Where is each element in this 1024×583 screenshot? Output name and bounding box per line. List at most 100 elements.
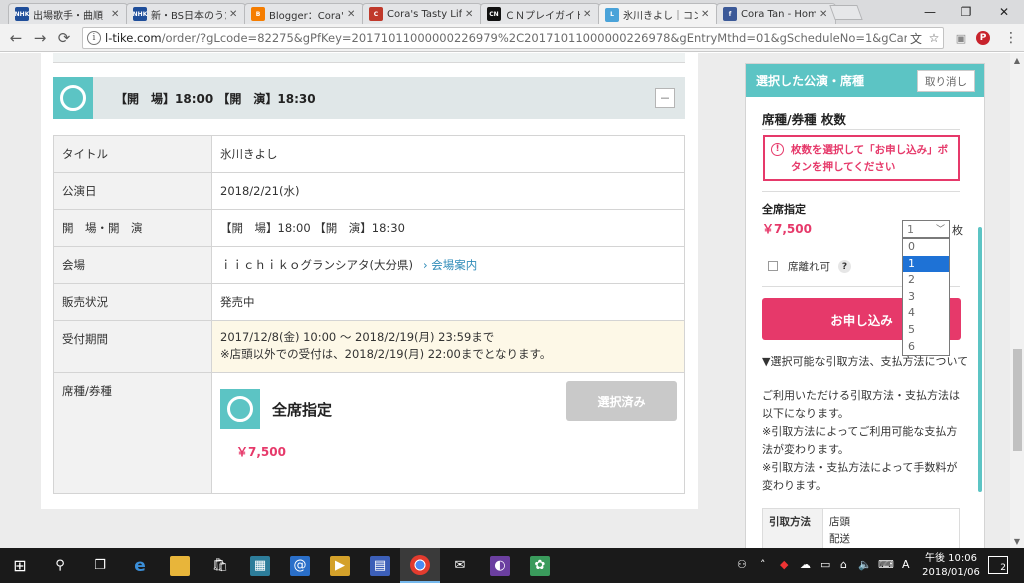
extension-icon[interactable]: ▣ bbox=[952, 29, 970, 47]
seat-price: ￥7,500 bbox=[762, 222, 812, 236]
mail-envelope-icon[interactable]: ✉ bbox=[440, 548, 480, 583]
page-scrollbar[interactable]: ▲ ▼ bbox=[1010, 53, 1024, 548]
blogger-icon: B bbox=[251, 7, 265, 21]
back-icon[interactable]: ← bbox=[6, 28, 26, 48]
quantity-option[interactable]: 0 bbox=[903, 239, 949, 256]
table-row: 引取方法 店頭 配送 bbox=[762, 508, 960, 548]
notification-icon[interactable]: 2 bbox=[988, 556, 1008, 574]
url-field[interactable]: i l-tike.com/order/?gLcode=82275&gPfKey=… bbox=[82, 27, 944, 49]
chevron-right-icon: › bbox=[422, 258, 432, 272]
quantity-option[interactable]: 5 bbox=[903, 322, 949, 339]
pinterest-icon[interactable]: P bbox=[976, 31, 990, 45]
menu-icon[interactable]: ⋮ bbox=[1002, 29, 1020, 47]
browser-tab[interactable]: NHK 新・BS日本のうた ✕ bbox=[126, 3, 246, 24]
people-icon[interactable]: ⚇ bbox=[737, 558, 747, 571]
table-row: 席種/券種 全席指定 選択済み ￥7,500 bbox=[53, 372, 685, 494]
separate-seats-checkbox[interactable] bbox=[768, 261, 778, 271]
browser-tab-active[interactable]: L 氷川きよし｜コンサ ✕ bbox=[598, 3, 718, 25]
close-icon[interactable]: ✕ bbox=[583, 9, 593, 20]
store-icon[interactable]: 🛍 bbox=[200, 548, 240, 583]
close-window-button[interactable]: ✕ bbox=[986, 2, 1022, 22]
close-icon[interactable]: ✕ bbox=[465, 9, 475, 20]
mail-icon[interactable]: @ bbox=[280, 548, 320, 583]
clock[interactable]: 午後 10:06 2018/01/06 bbox=[921, 552, 981, 580]
help-icon[interactable]: ? bbox=[838, 260, 851, 273]
antivirus-icon[interactable]: ◆ bbox=[780, 558, 788, 571]
performance-info-table: タイトル 氷川きよし 公演日 2018/2/21(水) 開 場・開 演 【開 場… bbox=[53, 135, 685, 494]
chevron-up-icon[interactable]: ˄ bbox=[760, 558, 766, 571]
exclamation-icon: ! bbox=[771, 143, 784, 156]
seat-type-label: 全席指定 bbox=[762, 203, 806, 216]
calendar-icon[interactable]: ▤ bbox=[360, 548, 400, 583]
collapse-button[interactable]: － bbox=[655, 88, 675, 108]
quantity-option-selected[interactable]: 1 bbox=[903, 255, 949, 273]
calculator-icon[interactable]: ▦ bbox=[240, 548, 280, 583]
nhk-icon: NHK bbox=[15, 7, 29, 21]
keyboard-icon[interactable]: ⌨ bbox=[878, 558, 894, 571]
quantity-select[interactable]: 1 ﹀ bbox=[902, 220, 950, 238]
selection-panel-body[interactable]: 席種/券種 枚数 ! 枚数を選択して「お申し込み」ボ タンを押してください 全席… bbox=[746, 97, 984, 548]
file-explorer-icon[interactable] bbox=[160, 548, 200, 583]
cancel-button[interactable]: 取り消し bbox=[917, 70, 975, 92]
browser-tab[interactable]: C Cora's Tasty Life ✕ bbox=[362, 3, 482, 24]
row-label: 販売状況 bbox=[53, 283, 212, 321]
ltike-icon: L bbox=[605, 7, 619, 22]
new-tab-button[interactable] bbox=[829, 5, 863, 20]
close-icon[interactable]: ✕ bbox=[701, 9, 711, 20]
media-icon[interactable]: ▶ bbox=[320, 548, 360, 583]
translate-icon[interactable]: 文 bbox=[907, 29, 925, 47]
info-icon[interactable]: i bbox=[87, 31, 101, 45]
edge-icon[interactable]: e bbox=[120, 548, 160, 583]
sales-status-value: 発売中 bbox=[211, 283, 685, 321]
venue-guide-link[interactable]: › 会場案内 bbox=[423, 258, 477, 272]
venue-cell: ｉｉｃｈｉｋｏグランシアタ(大分県) › 会場案内 bbox=[211, 246, 685, 284]
tab-label: ＣＮプレイガイド bbox=[505, 10, 580, 22]
task-view-icon[interactable]: ❐ bbox=[80, 548, 120, 583]
close-icon[interactable]: ✕ bbox=[819, 9, 829, 20]
browser-tab[interactable]: B Blogger：Cora's ✕ bbox=[244, 3, 364, 24]
reload-icon[interactable]: ⟳ bbox=[54, 28, 74, 48]
quantity-option[interactable]: 6 bbox=[903, 339, 949, 356]
quantity-option[interactable]: 4 bbox=[903, 305, 949, 322]
close-icon[interactable]: ✕ bbox=[111, 9, 121, 20]
reception-note: ※店頭以外での受付は、2018/2/19(月) 22:00までとなります。 bbox=[220, 347, 552, 361]
browser-tab-strip: NHK 出場歌手・曲順 ✕ NHK 新・BS日本のうた ✕ B Blogger：… bbox=[0, 0, 1024, 25]
browser-tab[interactable]: NHK 出場歌手・曲順 ✕ bbox=[8, 3, 128, 24]
scroll-down-icon[interactable]: ▼ bbox=[1010, 534, 1024, 548]
app-icon[interactable]: ◐ bbox=[480, 548, 520, 583]
chrome-icon[interactable] bbox=[400, 548, 440, 583]
performance-header[interactable]: 【開 場】18:00 【開 演】18:30 － bbox=[53, 77, 685, 119]
scroll-up-icon[interactable]: ▲ bbox=[1010, 53, 1024, 67]
ime-indicator[interactable]: A bbox=[902, 558, 910, 571]
forward-icon[interactable]: → bbox=[30, 28, 50, 48]
row-label: 公演日 bbox=[53, 172, 212, 210]
minimize-button[interactable]: — bbox=[912, 2, 948, 22]
close-icon[interactable]: ✕ bbox=[347, 9, 357, 20]
selected-button[interactable]: 選択済み bbox=[566, 381, 677, 421]
start-icon[interactable]: ⊞ bbox=[0, 548, 40, 583]
cloud-icon[interactable]: ☁ bbox=[800, 558, 811, 571]
search-icon[interactable]: ⚲ bbox=[40, 548, 80, 583]
photos-icon[interactable]: ✿ bbox=[520, 548, 560, 583]
table-row: 公演日 2018/2/21(水) bbox=[53, 172, 685, 210]
browser-tab[interactable]: CN ＣＮプレイガイド ✕ bbox=[480, 3, 600, 24]
network-icon[interactable]: ⌂ bbox=[840, 558, 847, 571]
tab-label: 氷川きよし｜コンサ bbox=[623, 11, 698, 22]
close-icon[interactable]: ✕ bbox=[229, 9, 239, 20]
cn-icon: CN bbox=[487, 7, 501, 21]
payment-info-line: ご利用いただける引取方法・支払方法は以下になります。 bbox=[762, 389, 960, 420]
scrollbar-thumb[interactable] bbox=[1013, 349, 1022, 451]
address-bar: ← → ⟳ i l-tike.com/order/?gLcode=82275&g… bbox=[0, 24, 1024, 52]
restore-button[interactable]: ❐ bbox=[948, 2, 984, 22]
quantity-option[interactable]: 3 bbox=[903, 289, 949, 306]
volume-icon[interactable]: 🔈 bbox=[858, 558, 872, 571]
bookmark-star-icon[interactable]: ☆ bbox=[925, 29, 943, 47]
panel-scrollbar[interactable] bbox=[978, 227, 982, 492]
url-host: l-tike.com bbox=[105, 31, 162, 45]
time-value: 【開 場】18:00 【開 演】18:30 bbox=[211, 209, 685, 247]
pickup-method-table: 引取方法 店頭 配送 bbox=[762, 508, 960, 548]
quantity-option[interactable]: 2 bbox=[903, 272, 949, 289]
browser-tab[interactable]: f Cora Tan - Home ✕ bbox=[716, 3, 836, 24]
page-content: 【開 場】18:00 【開 演】18:30 － タイトル 氷川きよし 公演日 2… bbox=[0, 53, 1010, 548]
battery-icon[interactable]: ▭ bbox=[820, 558, 830, 571]
